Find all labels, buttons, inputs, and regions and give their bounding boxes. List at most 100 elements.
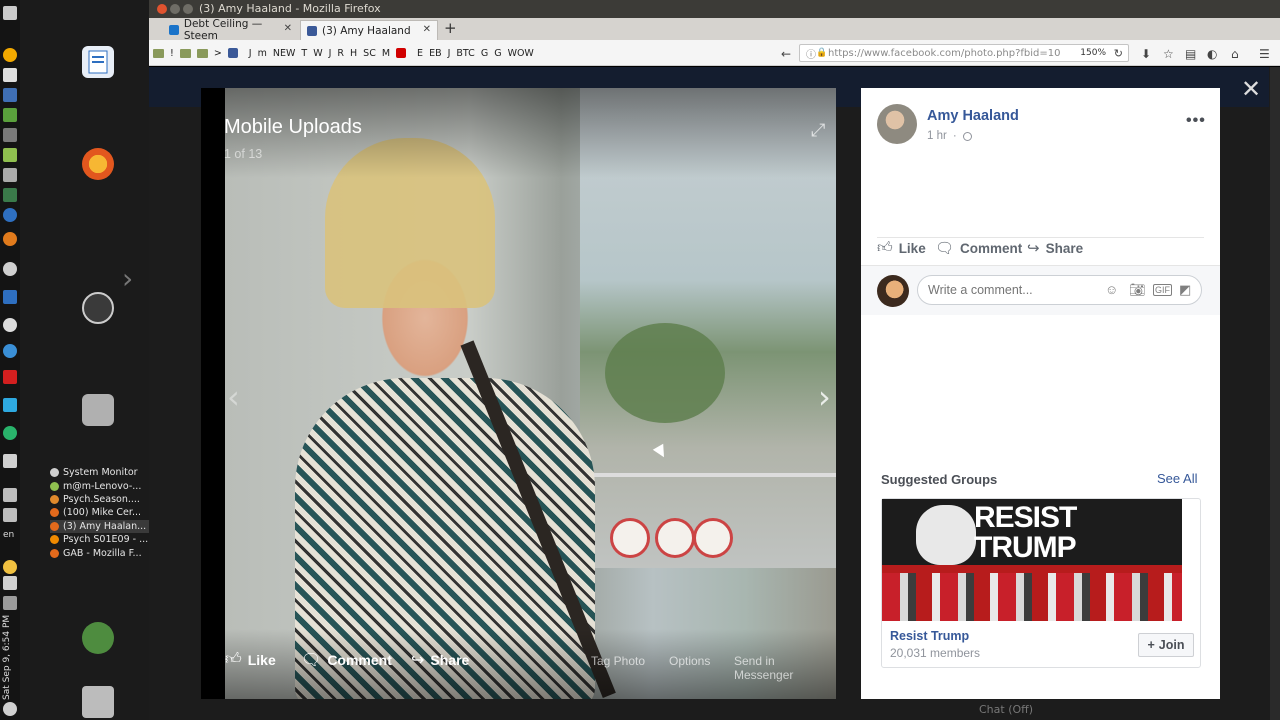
bookmark-folder-icon[interactable] bbox=[179, 48, 191, 58]
chrome-icon[interactable] bbox=[3, 262, 17, 276]
document-icon[interactable] bbox=[3, 68, 17, 82]
maximize-window-button[interactable] bbox=[183, 4, 193, 14]
like-button[interactable]: 👍︎ Like bbox=[877, 239, 926, 257]
battery-icon[interactable] bbox=[3, 596, 17, 610]
tab-debt-ceiling[interactable]: Debt Ceiling — Steem ✕ bbox=[163, 18, 298, 42]
reload-icon[interactable]: ↻ bbox=[1114, 47, 1123, 60]
previous-photo-icon[interactable]: ‹ bbox=[227, 378, 240, 416]
album-title[interactable]: Mobile Uploads bbox=[224, 116, 362, 139]
bitcoin-icon[interactable] bbox=[3, 48, 17, 62]
tag-photo-link[interactable]: Tag Photo bbox=[591, 654, 645, 668]
url-text[interactable]: https://www.facebook.com/photo.php?fbid=… bbox=[828, 48, 1068, 59]
browser-icon[interactable] bbox=[3, 208, 17, 222]
bookmark-item[interactable]: m bbox=[258, 48, 267, 59]
clock[interactable]: Sat Sep 9, 6:54 PM bbox=[2, 610, 18, 700]
bookmark-item[interactable]: E bbox=[417, 48, 423, 59]
post-timestamp[interactable]: 1 hr · bbox=[927, 130, 972, 142]
close-viewer-icon[interactable]: ✕ bbox=[1241, 75, 1261, 103]
tab-amy-haaland[interactable]: (3) Amy Haaland ✕ bbox=[300, 20, 438, 40]
chevron-right-icon[interactable]: › bbox=[122, 262, 133, 295]
monitor-icon[interactable] bbox=[3, 188, 17, 202]
chat-bar[interactable]: Chat (Off) bbox=[979, 703, 1269, 720]
bookmark-item[interactable]: SC bbox=[363, 48, 376, 59]
app-icon[interactable] bbox=[3, 290, 17, 304]
bookmark-item[interactable]: G bbox=[481, 48, 488, 59]
close-window-button[interactable] bbox=[157, 4, 167, 14]
task-item[interactable]: System Monitor bbox=[50, 466, 149, 479]
close-tab-icon[interactable]: ✕ bbox=[423, 24, 431, 35]
photo-comment-button[interactable]: 🗨︎ Comment bbox=[301, 650, 392, 670]
bookmark-star-icon[interactable]: ☆ bbox=[1163, 47, 1174, 61]
bookmark-item[interactable]: BTC bbox=[456, 48, 474, 59]
comment-button[interactable]: 🗨︎ Comment bbox=[935, 239, 1022, 257]
bookmark-item[interactable]: > bbox=[214, 48, 222, 59]
hamburger-menu-icon[interactable]: ☰ bbox=[1259, 47, 1270, 61]
group-cover-image[interactable]: RESIST TRUMP bbox=[882, 499, 1182, 621]
launcher-icon[interactable] bbox=[3, 6, 17, 20]
writer-icon[interactable] bbox=[82, 46, 114, 78]
fullscreen-expand-icon[interactable]: ⤢ bbox=[811, 120, 825, 141]
bookmark-item[interactable]: J bbox=[329, 48, 332, 59]
archive-dock-icon[interactable] bbox=[82, 394, 114, 426]
user-icon[interactable] bbox=[3, 508, 17, 522]
bookmark-item[interactable]: W bbox=[313, 48, 322, 59]
zoom-level[interactable]: 150% bbox=[1080, 48, 1106, 58]
bookmark-item[interactable]: J bbox=[249, 48, 252, 59]
home-icon[interactable]: ⌂ bbox=[1231, 47, 1239, 61]
user-switch-dock-icon[interactable] bbox=[82, 622, 114, 654]
bookmark-item[interactable]: WOW bbox=[508, 48, 534, 59]
task-item[interactable]: (100) Mike Cer... bbox=[50, 506, 149, 519]
photo-like-button[interactable]: 👍︎ Like bbox=[225, 650, 276, 669]
info-icon[interactable]: ⓘ bbox=[806, 46, 816, 61]
back-arrow-icon[interactable]: ← bbox=[781, 47, 791, 61]
webcam-icon[interactable] bbox=[3, 318, 17, 332]
task-item[interactable]: Psych.Season.... bbox=[50, 493, 149, 506]
app-store-icon[interactable] bbox=[3, 398, 17, 412]
next-photo-icon[interactable]: › bbox=[818, 378, 831, 416]
app-grid-icon[interactable] bbox=[3, 128, 17, 142]
new-tab-button[interactable]: + bbox=[444, 19, 457, 37]
scrollbar[interactable] bbox=[1270, 67, 1280, 720]
minimize-window-button[interactable] bbox=[170, 4, 180, 14]
filezilla-icon[interactable] bbox=[3, 370, 17, 384]
avatar[interactable] bbox=[877, 104, 917, 144]
bookmark-item[interactable]: ! bbox=[170, 48, 174, 59]
keyboard-language[interactable]: en bbox=[3, 530, 14, 540]
firefox-icon[interactable] bbox=[3, 232, 17, 246]
disk-icon[interactable] bbox=[3, 168, 17, 182]
task-item-active[interactable]: (3) Amy Haalan... bbox=[50, 519, 149, 533]
bookmark-item[interactable]: EB bbox=[429, 48, 442, 59]
send-in-messenger-link[interactable]: Send in Messenger bbox=[734, 654, 836, 682]
coin-icon[interactable] bbox=[3, 560, 17, 574]
files-icon[interactable] bbox=[3, 148, 17, 162]
see-all-link[interactable]: See All bbox=[1157, 471, 1197, 486]
task-item[interactable]: m@m-Lenovo-... bbox=[50, 479, 149, 492]
bookmark-item[interactable]: G bbox=[494, 48, 501, 59]
photo[interactable] bbox=[225, 88, 836, 699]
camera-icon[interactable]: 📷︎ bbox=[1129, 282, 1146, 298]
bookmark-folder-icon[interactable] bbox=[153, 48, 164, 58]
task-item[interactable]: Psych S01E09 - ... bbox=[50, 533, 149, 546]
task-item[interactable]: GAB - Mozilla F... bbox=[50, 546, 149, 559]
photo-share-button[interactable]: ↪ Share bbox=[411, 650, 469, 670]
trash-dock-icon[interactable] bbox=[82, 686, 114, 718]
power-icon[interactable] bbox=[3, 702, 17, 716]
wifi-icon[interactable] bbox=[3, 488, 17, 502]
library-icon[interactable]: ▤ bbox=[1185, 47, 1196, 61]
group-name[interactable]: Resist Trump bbox=[890, 629, 969, 643]
spreadsheet-icon[interactable] bbox=[3, 108, 17, 122]
bookmark-item[interactable]: T bbox=[301, 48, 307, 59]
bookmark-item[interactable]: J bbox=[448, 48, 451, 59]
window-titlebar[interactable]: (3) Amy Haaland - Mozilla Firefox bbox=[149, 0, 1280, 18]
sticker-icon[interactable]: ◩ bbox=[1179, 282, 1191, 298]
gif-icon[interactable]: GIF bbox=[1153, 284, 1172, 296]
bookmark-item[interactable]: NEW bbox=[273, 48, 296, 59]
join-group-button[interactable]: + Join bbox=[1138, 633, 1194, 657]
settings-dock-icon[interactable] bbox=[82, 292, 114, 324]
group-card[interactable]: RESIST TRUMP Resist Trump 20,031 members… bbox=[881, 498, 1201, 668]
share-button[interactable]: ↪ Share bbox=[1027, 239, 1083, 257]
firefox-dock-icon[interactable] bbox=[82, 148, 114, 180]
author-name[interactable]: Amy Haaland bbox=[927, 108, 1019, 124]
bookmark-item[interactable]: M bbox=[382, 48, 390, 59]
options-link[interactable]: Options bbox=[669, 654, 710, 668]
